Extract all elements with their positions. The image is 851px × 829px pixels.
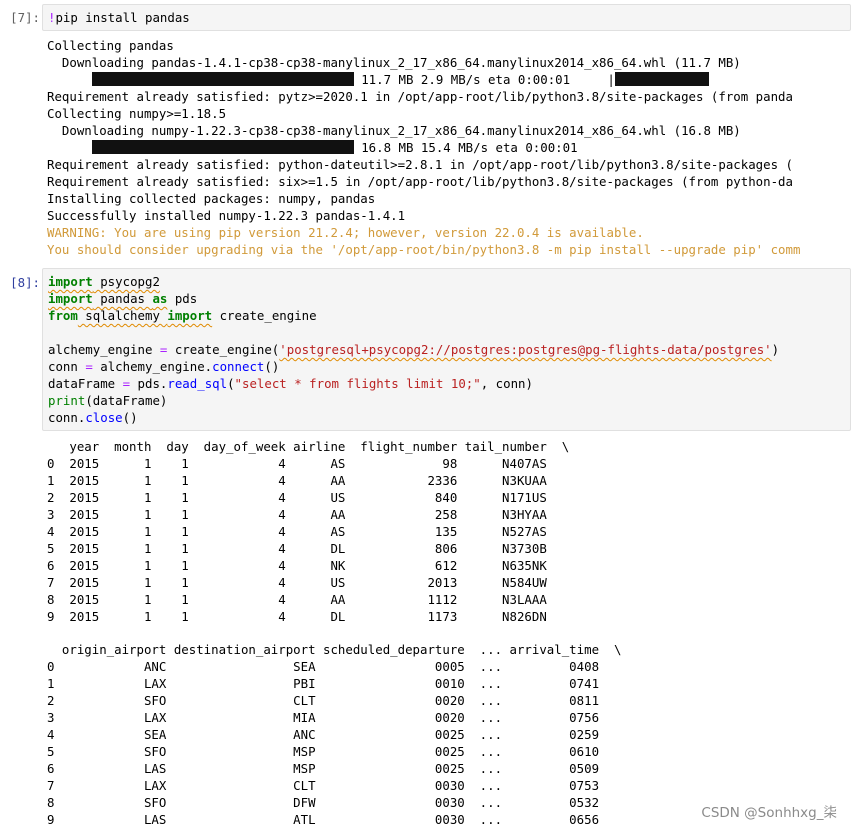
warning-line: WARNING: You are using pip version 21.2.…	[47, 225, 644, 240]
table-row: 3 2015 1 1 4 AA 258 N3HYAA	[47, 507, 547, 522]
output-line: Collecting numpy>=1.18.5	[47, 106, 227, 121]
table-row: 8 SFO DFW 0030 ... 0532	[47, 795, 600, 810]
code-line: conn = alchemy_engine.connect()	[48, 359, 280, 374]
table-row: 8 2015 1 1 4 AA 1112 N3LAAA	[47, 592, 547, 607]
progress-bar-fill	[614, 72, 709, 86]
code-line: print(dataFrame)	[48, 393, 168, 408]
watermark: CSDN @Sonhhxg_柒	[701, 805, 837, 821]
output-line: Collecting pandas	[47, 38, 174, 53]
code-line: dataFrame = pds.read_sql("select * from …	[48, 376, 533, 391]
table-row: 5 SFO MSP 0025 ... 0610	[47, 744, 600, 759]
progress-bar-fill	[91, 140, 354, 154]
table-row: 2 2015 1 1 4 US 840 N171US	[47, 490, 547, 505]
table-row: 6 LAS MSP 0025 ... 0509	[47, 761, 600, 776]
table-row: 1 2015 1 1 4 AA 2336 N3KUAA	[47, 473, 547, 488]
code-line: alchemy_engine = create_engine('postgres…	[48, 342, 780, 357]
table-row: 2 SFO CLT 0020 ... 0811	[47, 693, 600, 708]
cell-prompt-7: [7]:	[10, 10, 40, 25]
table-row: 6 2015 1 1 4 NK 612 N635NK	[47, 558, 547, 573]
table-row: 7 LAX CLT 0030 ... 0753	[47, 778, 600, 793]
code-cell-sql-query[interactable]: import psycopg2 import pandas as pds from …	[42, 268, 851, 431]
table-row: 7 2015 1 1 4 US 2013 N584UW	[47, 575, 547, 590]
code-line: import pandas as pds	[48, 291, 198, 306]
code-cell-pip-install[interactable]: !pip install pandas	[42, 4, 851, 31]
table-row: 3 LAX MIA 0020 ... 0756	[47, 710, 600, 725]
output-line: Requirement already satisfied: six>=1.5 …	[47, 174, 793, 189]
output-line: Downloading pandas-1.4.1-cp38-cp38-manyl…	[47, 55, 741, 70]
table-row: 4 SEA ANC 0025 ... 0259	[47, 727, 600, 742]
dataframe-output-part1: year month day day_of_week airline fligh…	[47, 438, 569, 625]
table-row: 9 LAS ATL 0030 ... 0656	[47, 812, 600, 827]
code-line: pip install pandas	[55, 10, 190, 25]
progress-text: 16.8 MB 15.4 MB/s eta 0:00:01	[353, 140, 578, 155]
table-row: 9 2015 1 1 4 DL 1173 N826DN	[47, 609, 547, 624]
progress-text: 11.7 MB 2.9 MB/s eta 0:00:01	[353, 72, 608, 87]
pip-output: Collecting pandas Downloading pandas-1.4…	[47, 37, 851, 258]
table-row: 0 2015 1 1 4 AS 98 N407AS	[47, 456, 547, 471]
table-header: year month day day_of_week airline fligh…	[47, 439, 570, 454]
code-line: conn.close()	[48, 410, 138, 425]
output-line: Requirement already satisfied: python-da…	[47, 157, 793, 172]
output-line: Installing collected packages: numpy, pa…	[47, 191, 376, 206]
code-line: import psycopg2	[48, 274, 160, 289]
table-row: 4 2015 1 1 4 AS 135 N527AS	[47, 524, 547, 539]
progress-bar-fill	[91, 72, 354, 86]
progress-line-numpy: 16.8 MB 15.4 MB/s eta 0:00:01	[47, 139, 851, 156]
table-row: 0 ANC SEA 0005 ... 0408	[47, 659, 600, 674]
progress-line-pandas: 11.7 MB 2.9 MB/s eta 0:00:01 |	[47, 71, 851, 88]
table-header: origin_airport destination_airport sched…	[47, 642, 622, 657]
table-row: 1 LAX PBI 0010 ... 0741	[47, 676, 600, 691]
output-line: Requirement already satisfied: pytz>=202…	[47, 89, 793, 104]
cell-prompt-8: [8]:	[10, 275, 40, 290]
code-line: from sqlalchemy import create_engine	[48, 308, 317, 323]
warning-line: You should consider upgrading via the '/…	[47, 242, 801, 257]
table-row: 5 2015 1 1 4 DL 806 N3730B	[47, 541, 547, 556]
dataframe-output-part2: origin_airport destination_airport sched…	[47, 641, 621, 828]
output-line: Successfully installed numpy-1.22.3 pand…	[47, 208, 406, 223]
output-line: Downloading numpy-1.22.3-cp38-cp38-manyl…	[47, 123, 741, 138]
